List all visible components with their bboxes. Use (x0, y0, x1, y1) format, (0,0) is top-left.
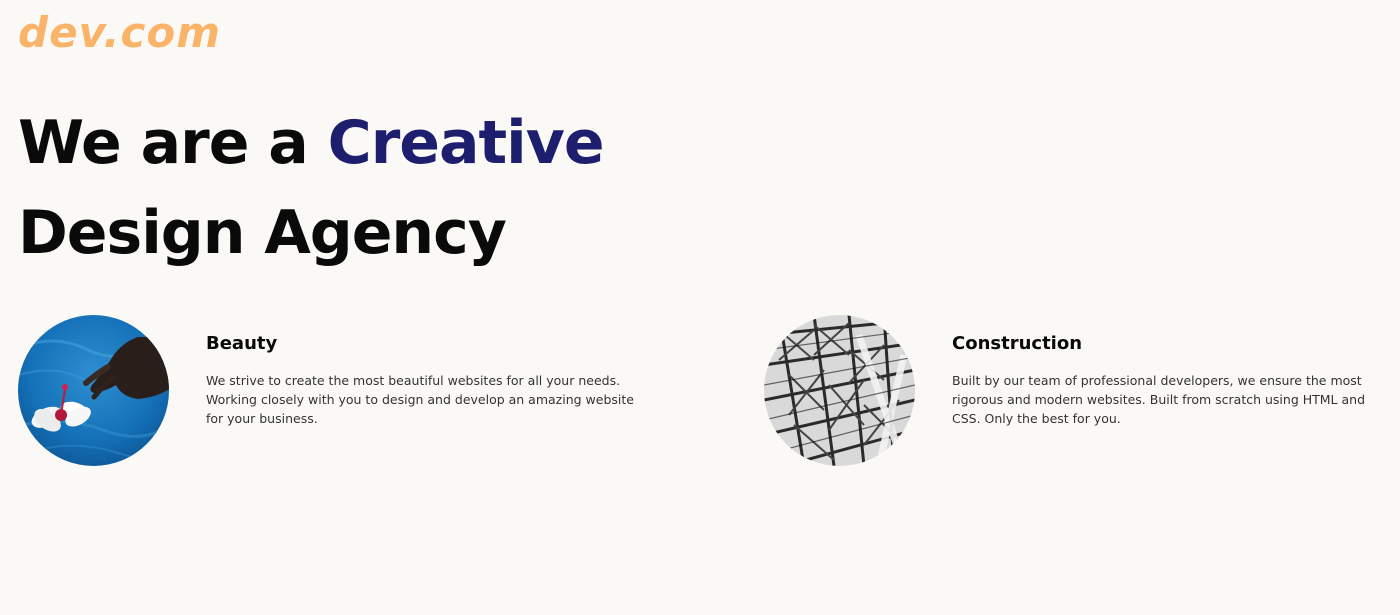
construction-image-svg (764, 315, 915, 466)
hero-heading-prefix: We are a (18, 108, 328, 178)
construction-description: Built by our team of professional develo… (952, 373, 1366, 426)
beauty-description: We strive to create the most beautiful w… (206, 373, 634, 426)
hero-heading-line2: Design Agency (18, 198, 507, 268)
logo-link[interactable]: dev.com (18, 6, 221, 60)
beauty-image (18, 315, 169, 466)
construction-title: Construction (952, 333, 1083, 354)
beauty-title: Beauty (206, 333, 278, 354)
hero-heading: We are a Creative Design Agency (18, 98, 605, 278)
feature-card-construction: Construction Built by our team of profes… (764, 315, 1384, 467)
page: dev.com We are a Creative Design Agency (0, 0, 1400, 615)
feature-card-beauty: Beauty We strive to create the most beau… (18, 315, 638, 467)
construction-image (764, 315, 915, 466)
beauty-image-svg (18, 315, 169, 466)
hero-heading-accent: Creative (327, 108, 605, 178)
